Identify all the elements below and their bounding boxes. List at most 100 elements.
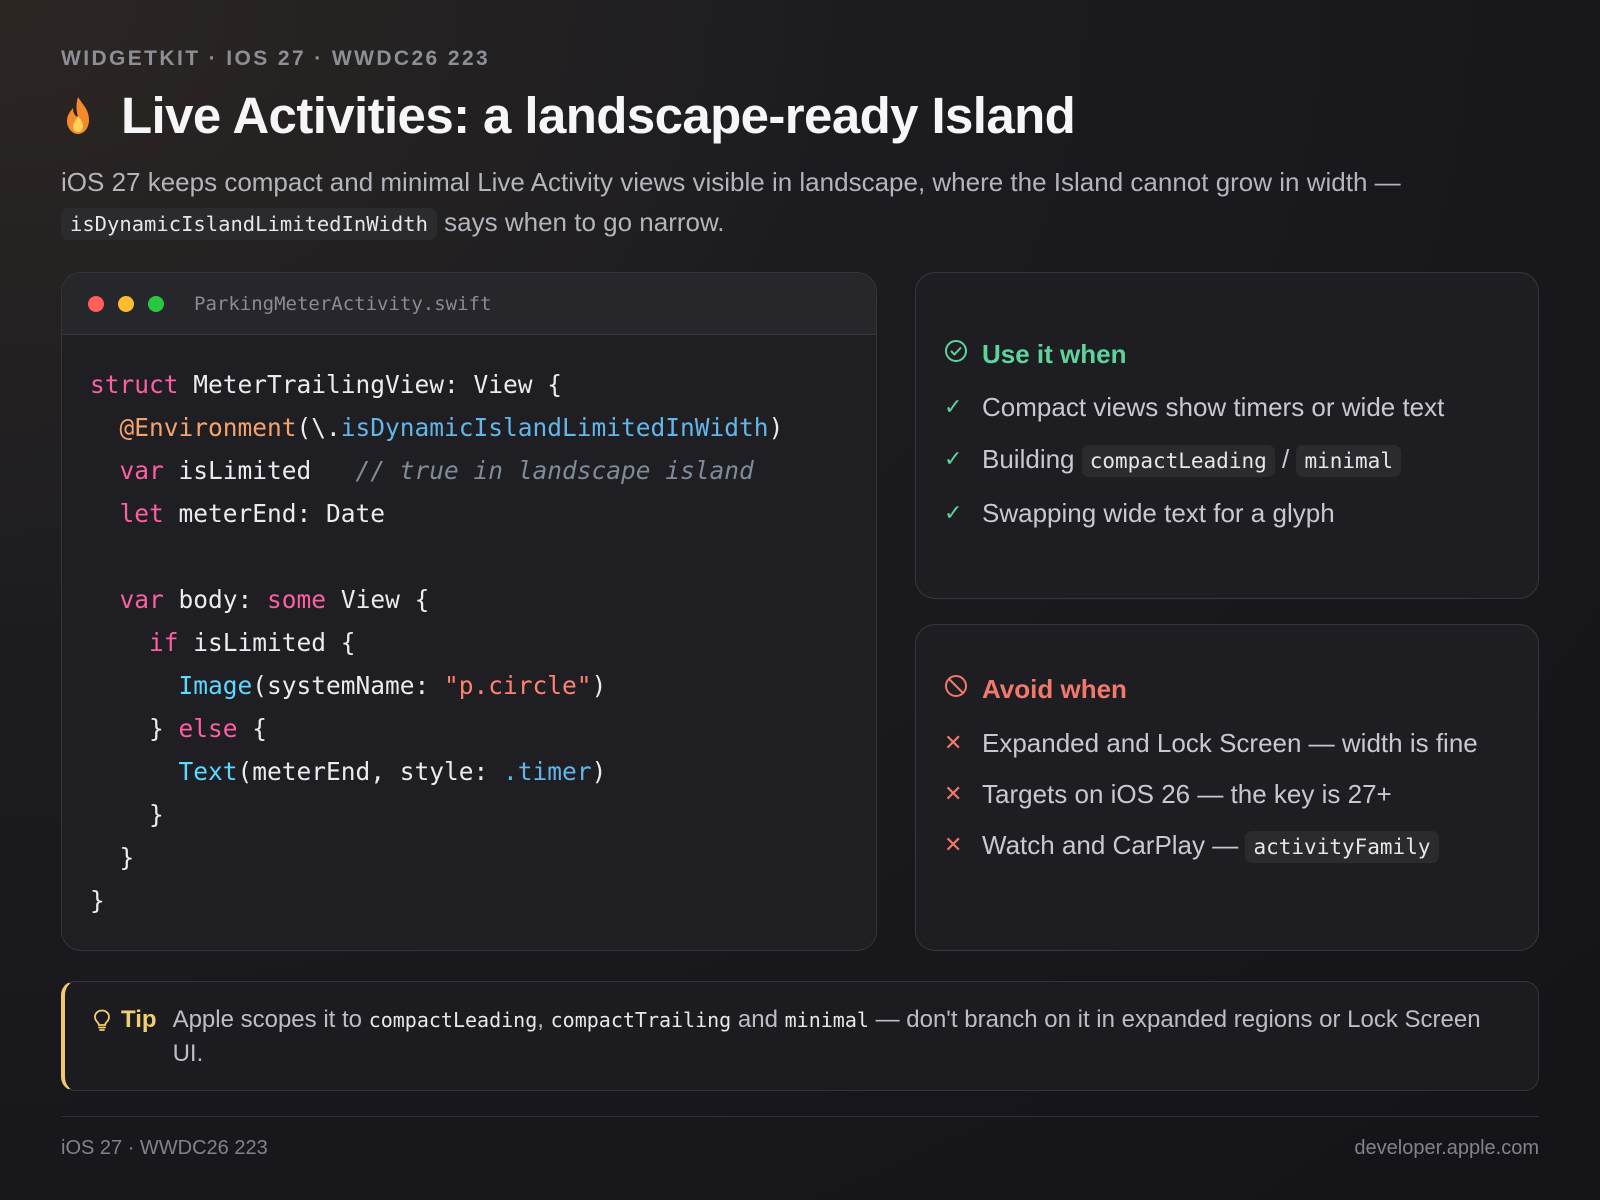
code-line: @Environment(\.isDynamicIslandLimitedInW…	[90, 406, 876, 449]
code-token: (systemName:	[252, 671, 445, 700]
code-token: Image	[178, 671, 253, 700]
code-token: }	[149, 800, 164, 829]
code-body: struct MeterTrailingView: View { @Enviro…	[62, 335, 876, 922]
use-card-title: Use it when	[944, 339, 1126, 370]
cross-icon: ✕	[944, 730, 963, 755]
code-line: }	[90, 836, 876, 879]
lede-text-end: says when to go narrow.	[444, 207, 725, 237]
code-token: MeterTrailingView: View {	[178, 370, 563, 399]
list-item-text-part: Building	[982, 444, 1075, 474]
code-token: }	[119, 843, 135, 872]
tip-label: Tip	[93, 1003, 157, 1090]
slide: WIDGETKIT · IOS 27 · WWDC26 223 Live Act…	[0, 0, 1600, 1200]
code-token: var	[119, 585, 164, 614]
code-card: ParkingMeterActivity.swift struct MeterT…	[61, 272, 877, 951]
code-line: Text(meterEnd, style: .timer)	[90, 750, 876, 793]
list-item: ✓ Compact views show timers or wide text	[944, 389, 1508, 425]
list-item-text: Targets on iOS 26 — the key is 27+	[982, 779, 1392, 809]
code-token: var	[119, 456, 164, 485]
avoid-card-title: Avoid when	[944, 674, 1127, 705]
title-row: Live Activities: a landscape-ready Islan…	[61, 86, 1076, 145]
code-chip: compactLeading	[1081, 445, 1275, 477]
lede-code: isDynamicIslandLimitedInWidth	[61, 208, 437, 240]
code-token: }	[149, 714, 179, 743]
cross-icon: ✕	[944, 781, 963, 806]
check-icon: ✓	[944, 500, 963, 525]
close-dot-icon	[88, 295, 104, 312]
code-token: else	[178, 714, 238, 743]
code-token: }	[90, 886, 105, 915]
code-token: View {	[326, 585, 430, 614]
page-title: Live Activities: a landscape-ready Islan…	[121, 87, 1076, 144]
lede-text: iOS 27 keeps compact and minimal Live Ac…	[61, 167, 1401, 197]
avoid-when-card: Avoid when ✕ Expanded and Lock Screen — …	[915, 624, 1539, 951]
eyebrow: WIDGETKIT · IOS 27 · WWDC26 223	[61, 47, 491, 70]
footer-divider	[61, 1116, 1539, 1117]
code-token: {	[237, 714, 268, 743]
footer-link[interactable]: developer.apple.com	[1354, 1137, 1539, 1160]
check-icon: ✓	[944, 394, 963, 419]
list-item: ✕ Targets on iOS 26 — the key is 27+	[944, 776, 1508, 812]
code-token: (meterEnd, style:	[237, 757, 504, 786]
list-item-text-part: Watch and CarPlay —	[982, 830, 1239, 860]
code-token: isLimited {	[178, 628, 356, 657]
code-line: var body: some View {	[90, 578, 876, 621]
code-token: isDynamicIslandLimitedInWidth	[340, 413, 769, 442]
code-token: Text	[178, 757, 238, 786]
use-it-when-card: Use it when ✓ Compact views show timers …	[915, 272, 1539, 599]
code-token: )	[591, 757, 607, 786]
code-token: .timer	[503, 757, 592, 786]
avoid-list: ✕ Expanded and Lock Screen — width is fi…	[944, 725, 1508, 880]
separator: /	[1282, 444, 1290, 474]
tip-callout: Tip Apple scopes it to compactLeading, c…	[61, 981, 1539, 1091]
code-comment: // true in landscape island	[355, 456, 754, 485]
code-line: struct MeterTrailingView: View {	[90, 363, 876, 406]
prohibited-icon	[944, 674, 982, 705]
lede: iOS 27 keeps compact and minimal Live Ac…	[61, 162, 1541, 244]
code-filename: ParkingMeterActivity.swift	[194, 292, 492, 315]
code-token: @Environment	[119, 413, 297, 442]
code-token: struct	[90, 370, 179, 399]
tip-text: Apple scopes it to compactLeading, compa…	[173, 1003, 1514, 1090]
code-string: "p.circle"	[444, 671, 592, 700]
tip-text-part: Apple scopes it to	[172, 1006, 363, 1033]
code-token: )	[591, 671, 607, 700]
code-line: }	[90, 793, 876, 836]
code-token: if	[149, 628, 179, 657]
list-item: ✓ Swapping wide text for a glyph	[944, 495, 1508, 531]
list-item-text: Watch and CarPlay — activityFamily	[982, 827, 1439, 865]
code-inline: compactLeading	[368, 1008, 538, 1032]
minimize-dot-icon	[118, 295, 134, 312]
code-token: meterEnd: Date	[163, 499, 386, 528]
code-token: body:	[163, 585, 268, 614]
tip-text-part: ,	[537, 1006, 544, 1033]
code-token: isLimited	[163, 456, 356, 485]
use-card-title-text: Use it when	[982, 339, 1127, 369]
flame-icon	[61, 94, 95, 138]
check-icon: ✓	[944, 446, 963, 471]
code-line: let meterEnd: Date	[90, 492, 876, 535]
code-line: var isLimited // true in landscape islan…	[90, 449, 876, 492]
cross-icon: ✕	[944, 832, 963, 857]
avoid-card-title-text: Avoid when	[982, 674, 1127, 704]
code-line: if isLimited {	[90, 621, 876, 664]
code-token: (\.	[296, 413, 341, 442]
tip-text-part: and	[737, 1006, 778, 1033]
code-line: Image(systemName: "p.circle")	[90, 664, 876, 707]
code-inline: minimal	[784, 1008, 869, 1032]
code-line: }	[90, 879, 876, 922]
zoom-dot-icon	[148, 295, 164, 312]
check-circle-icon	[944, 339, 982, 370]
lightbulb-icon	[93, 1003, 121, 1040]
footer-left: iOS 27 · WWDC26 223	[61, 1137, 268, 1159]
code-line: } else {	[90, 707, 876, 750]
code-chip: activityFamily	[1245, 831, 1439, 863]
list-item-text: Building compactLeading / minimal	[982, 441, 1401, 479]
code-token: )	[768, 413, 784, 442]
code-chip: minimal	[1296, 445, 1401, 477]
code-token: some	[267, 585, 327, 614]
list-item: ✕ Expanded and Lock Screen — width is fi…	[944, 725, 1508, 761]
use-list: ✓ Compact views show timers or wide text…	[944, 389, 1508, 547]
code-inline: compactTrailing	[550, 1008, 732, 1032]
